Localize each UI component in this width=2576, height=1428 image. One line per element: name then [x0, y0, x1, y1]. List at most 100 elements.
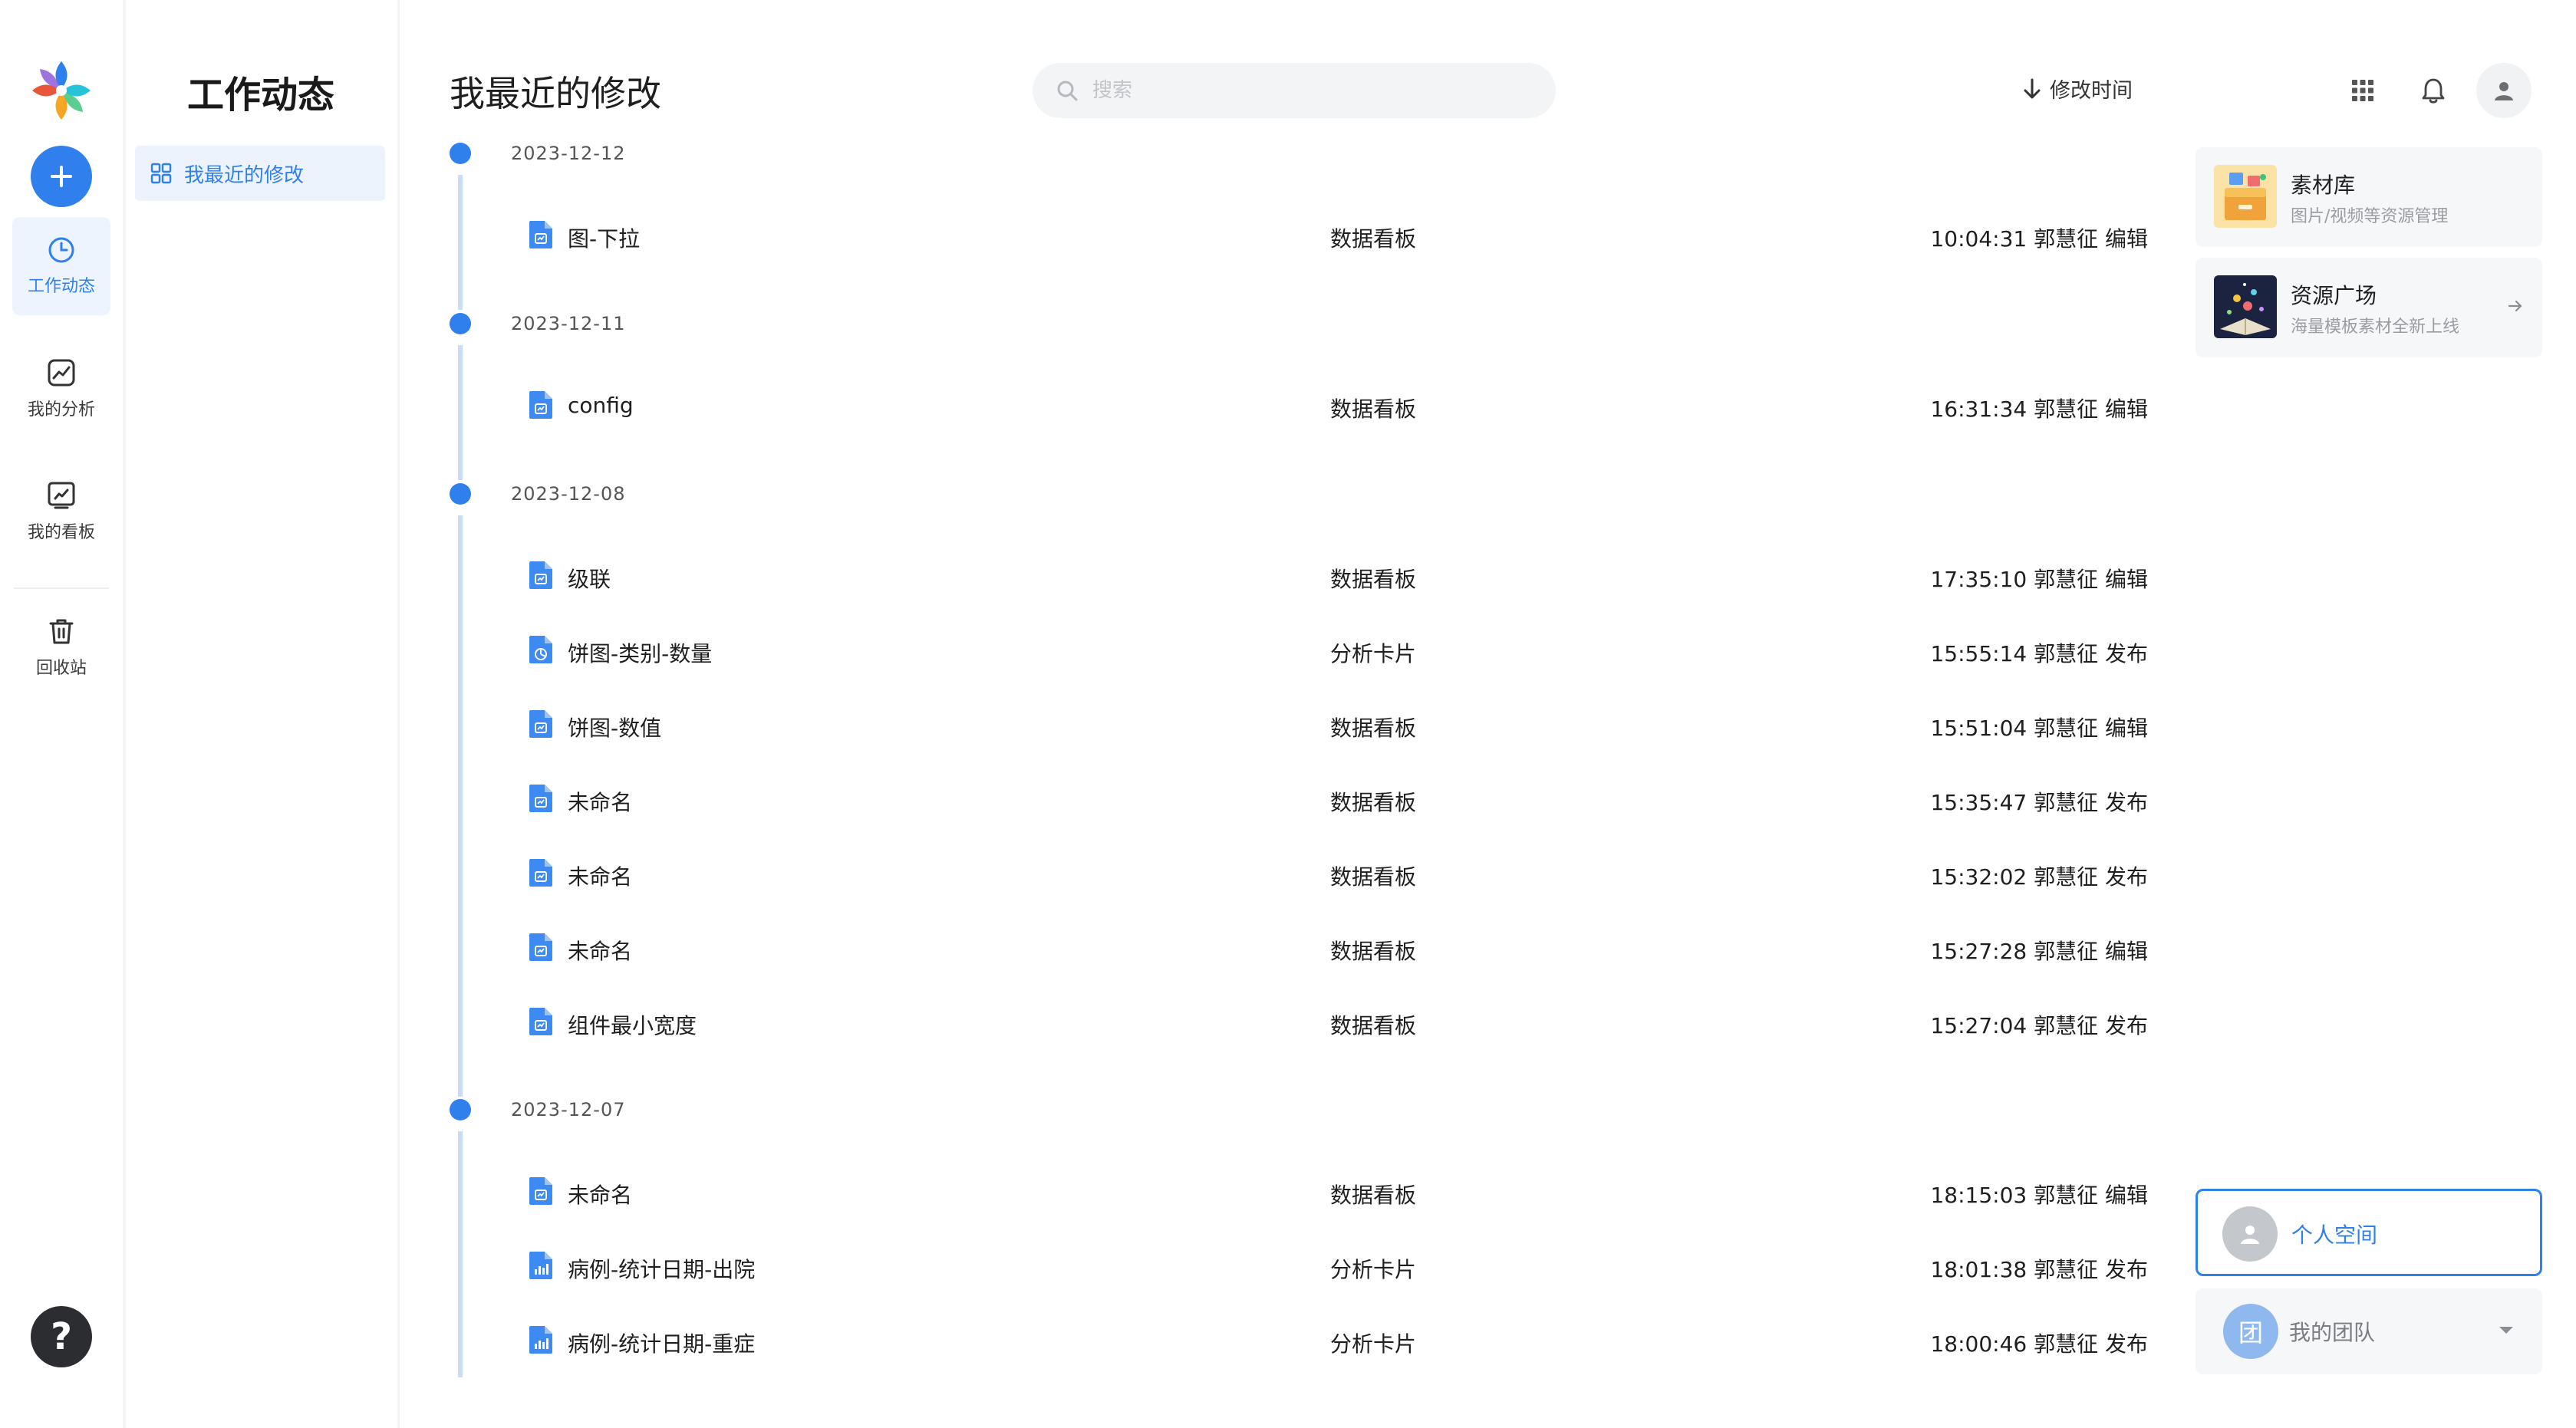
table-row[interactable]: 未命名 数据看板 15:27:28 郭慧征 编辑 [491, 918, 2148, 979]
bell-icon [2422, 78, 2445, 104]
rail-divider [14, 587, 109, 589]
dashboard-file-icon [528, 219, 554, 253]
table-row[interactable]: 级联 数据看板 17:35:10 郭慧征 编辑 [491, 546, 2148, 607]
chart-line-icon [48, 359, 75, 387]
rail-item-my-dashboard[interactable]: 我的看板 [12, 462, 110, 561]
dashboard-file-icon [528, 857, 554, 891]
user-icon [2495, 82, 2513, 100]
my-team-dropdown[interactable]: 团 我的团队 [2196, 1288, 2542, 1374]
item-name: config [568, 393, 634, 418]
team-badge: 团 [2223, 1304, 2278, 1359]
table-row[interactable]: config 数据看板 16:31:34 郭慧征 编辑 [491, 376, 2148, 437]
user-icon [2241, 1226, 2259, 1244]
table-row[interactable]: 病例-统计日期-出院 分析卡片 18:01:38 郭慧征 发布 [491, 1236, 2148, 1298]
table-row[interactable]: 饼图-类别-数量 分析卡片 15:55:14 郭慧征 发布 [491, 620, 2148, 682]
page-title: 我最近的修改 [450, 73, 661, 114]
help-button[interactable]: ? [31, 1306, 92, 1367]
dashboard-file-icon [528, 560, 554, 594]
item-type: 数据看板 [1330, 864, 1417, 890]
item-type: 数据看板 [1330, 1183, 1417, 1208]
item-type: 数据看板 [1330, 567, 1417, 592]
item-type: 数据看板 [1330, 939, 1417, 964]
app-logo[interactable] [28, 57, 95, 124]
personal-avatar [2222, 1206, 2278, 1262]
item-name: 病例-统计日期-出院 [568, 1257, 756, 1282]
item-modified: 15:27:04 郭慧征 发布 [1930, 1013, 2148, 1038]
rail-item-activity[interactable]: 工作动态 [12, 217, 110, 315]
chevron-down-icon [2499, 1327, 2513, 1334]
rail-item-label: 工作动态 [27, 277, 95, 296]
resource-square-subtitle: 海量模板素材全新上线 [2291, 318, 2460, 337]
item-modified: 15:55:14 郭慧征 发布 [1930, 641, 2148, 666]
bar-file-icon [528, 1250, 554, 1284]
item-type: 数据看板 [1330, 226, 1417, 252]
user-avatar[interactable] [2476, 63, 2532, 118]
item-name: 饼图-类别-数量 [568, 641, 713, 666]
arrow-down-icon [2024, 78, 2041, 98]
sidebar-separator [397, 0, 400, 1428]
item-type: 分析卡片 [1330, 1331, 1417, 1357]
timeline-dot [450, 143, 471, 164]
item-modified: 18:15:03 郭慧征 编辑 [1930, 1183, 2148, 1208]
timeline-date: 2023-12-07 [511, 1099, 626, 1120]
search-input[interactable] [1091, 78, 1520, 103]
apps-button[interactable] [2338, 66, 2387, 115]
dashboard-file-icon [528, 390, 554, 423]
timeline-line [458, 515, 463, 1097]
timeline-line [458, 1131, 463, 1377]
plus-icon [51, 166, 72, 187]
table-row[interactable]: 组件最小宽度 数据看板 15:27:04 郭慧征 发布 [491, 992, 2148, 1054]
item-modified: 17:35:10 郭慧征 编辑 [1930, 567, 2148, 592]
resource-square-title: 资源广场 [2291, 283, 2377, 308]
timeline-date: 2023-12-11 [511, 313, 626, 334]
material-library-card[interactable]: 素材库 图片/视频等资源管理 [2196, 147, 2542, 247]
table-row[interactable]: 未命名 数据看板 15:32:02 郭慧征 发布 [491, 844, 2148, 905]
item-name: 图-下拉 [568, 226, 641, 252]
table-row[interactable]: 饼图-数值 数据看板 15:51:04 郭慧征 编辑 [491, 695, 2148, 756]
item-modified: 18:00:46 郭慧征 发布 [1930, 1331, 2148, 1357]
timeline-line [458, 175, 463, 310]
rail-item-recycle-bin[interactable]: 回收站 [12, 598, 110, 696]
sidebar-item-recent-changes[interactable]: 我最近的修改 [135, 146, 385, 201]
trash-icon [49, 619, 74, 644]
grid-icon [150, 163, 172, 184]
item-type: 数据看板 [1330, 1013, 1417, 1038]
table-row[interactable]: 病例-统计日期-重症 分析卡片 18:00:46 郭慧征 发布 [491, 1311, 2148, 1372]
material-library-subtitle: 图片/视频等资源管理 [2291, 207, 2449, 226]
table-row[interactable]: 图-下拉 数据看板 10:04:31 郭慧征 编辑 [491, 206, 2148, 267]
notifications-button[interactable] [2409, 66, 2458, 115]
create-button[interactable] [31, 146, 92, 207]
item-type: 数据看板 [1330, 790, 1417, 815]
item-modified: 15:32:02 郭慧征 发布 [1930, 864, 2148, 890]
sidebar-item-label: 我最近的修改 [184, 163, 305, 187]
timeline-line [458, 345, 463, 480]
left-rail: 工作动态 我的分析 我的看板 回收站 ? [0, 0, 123, 1428]
dashboard-file-icon [528, 709, 554, 742]
item-modified: 10:04:31 郭慧征 编辑 [1930, 226, 2148, 252]
personal-space-button[interactable]: 个人空间 [2196, 1189, 2542, 1276]
table-row[interactable]: 未命名 数据看板 18:15:03 郭慧征 编辑 [491, 1162, 2148, 1223]
sort-label: 修改时间 [2050, 79, 2133, 103]
rail-item-my-analysis[interactable]: 我的分析 [12, 340, 110, 438]
resource-square-card[interactable]: 资源广场 海量模板素材全新上线 [2196, 258, 2542, 357]
dashboard-file-icon [528, 932, 554, 966]
dashboard-file-icon [528, 1176, 554, 1209]
dashboard-icon [48, 482, 75, 509]
item-modified: 18:01:38 郭慧征 发布 [1930, 1257, 2148, 1282]
rail-item-label: 我的分析 [27, 400, 95, 420]
item-type: 数据看板 [1330, 716, 1417, 741]
sort-by-modified-time[interactable]: 修改时间 [2022, 74, 2133, 104]
apps-grid-icon [2352, 80, 2373, 101]
item-modified: 16:31:34 郭慧征 编辑 [1930, 396, 2148, 422]
item-name: 未命名 [568, 864, 633, 890]
item-name: 未命名 [568, 1183, 633, 1208]
table-row[interactable]: 未命名 数据看板 15:35:47 郭慧征 发布 [491, 769, 2148, 831]
item-name: 饼图-数值 [568, 716, 662, 741]
resource-square-thumbnail [2214, 275, 2277, 338]
timeline-dot [450, 483, 471, 505]
item-type: 分析卡片 [1330, 1257, 1417, 1282]
rail-item-label: 我的看板 [27, 523, 95, 542]
personal-space-label: 个人空间 [2291, 1222, 2378, 1248]
dashboard-file-icon [528, 783, 554, 817]
bar-file-icon [528, 1324, 554, 1358]
